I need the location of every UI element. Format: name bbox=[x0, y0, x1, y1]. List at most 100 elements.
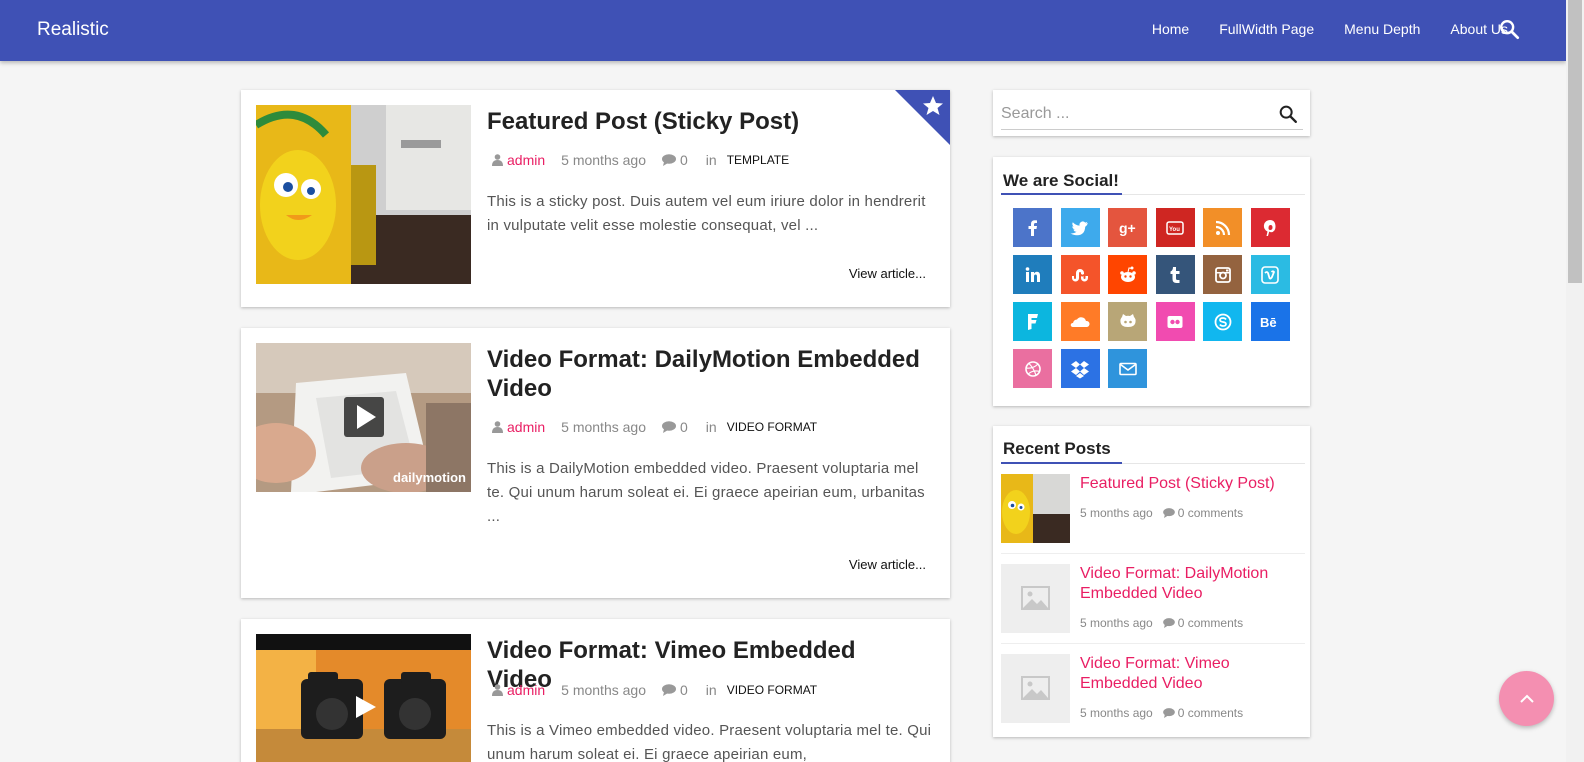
recent-post-item: Video Format: DailyMotion Embedded Video… bbox=[1001, 554, 1305, 644]
instagram-icon[interactable] bbox=[1203, 255, 1242, 294]
post-excerpt: This is a Vimeo embedded video. Praesent… bbox=[487, 722, 932, 762]
back-to-top-button[interactable] bbox=[1499, 671, 1554, 726]
main-nav: Home FullWidth Page Menu Depth About Us bbox=[1152, 21, 1508, 37]
youtube-icon[interactable]: You bbox=[1155, 208, 1195, 247]
image-placeholder-icon bbox=[1001, 564, 1070, 633]
flickr-icon[interactable] bbox=[1155, 302, 1195, 341]
recent-post-comments[interactable]: 0 comments bbox=[1162, 506, 1244, 520]
post-time: 5 months ago bbox=[561, 419, 646, 435]
post-category[interactable]: VIDEO FORMAT bbox=[727, 420, 817, 434]
post-in-label: in bbox=[705, 419, 717, 435]
user-icon bbox=[492, 154, 503, 166]
post-excerpt: This is a sticky post. Duis autem vel eu… bbox=[487, 193, 926, 234]
pinterest-icon[interactable] bbox=[1250, 208, 1290, 247]
vimeo-icon[interactable] bbox=[1250, 255, 1290, 294]
svg-text:You: You bbox=[1169, 227, 1180, 233]
dribbble-icon[interactable] bbox=[1013, 349, 1052, 388]
recent-post-thumbnail[interactable] bbox=[1001, 474, 1070, 543]
page-scrollbar[interactable] bbox=[1566, 0, 1584, 762]
recent-post-comments[interactable]: 0 comments bbox=[1162, 706, 1244, 720]
search-input[interactable] bbox=[1001, 100, 1271, 128]
post-comment-count: 0 bbox=[679, 682, 688, 698]
recent-post-title[interactable]: Video Format: DailyMotion Embedded Video bbox=[1080, 564, 1300, 604]
search-icon[interactable] bbox=[1498, 18, 1520, 40]
recent-post-title[interactable]: Featured Post (Sticky Post) bbox=[1080, 474, 1300, 494]
recent-post-thumbnail[interactable] bbox=[1001, 564, 1070, 633]
foursquare-icon[interactable] bbox=[1013, 302, 1052, 341]
recent-post-time: 5 months ago bbox=[1080, 706, 1153, 720]
post-thumbnail[interactable]: dailymotion bbox=[256, 343, 471, 492]
post-thumbnail[interactable] bbox=[256, 105, 471, 284]
view-article-link[interactable]: View article... bbox=[849, 266, 926, 281]
comment-icon bbox=[661, 421, 676, 433]
scrollbar-thumb[interactable] bbox=[1568, 0, 1582, 283]
recent-post-comment-count: 0 comments bbox=[1177, 506, 1244, 520]
post-meta: admin 5 months ago 0 in TEMPLATE bbox=[492, 152, 789, 168]
view-article-link[interactable]: View article... bbox=[849, 557, 926, 572]
post-category[interactable]: TEMPLATE bbox=[727, 153, 789, 167]
widget-title: We are Social! bbox=[1003, 171, 1119, 190]
image-placeholder-icon bbox=[1001, 654, 1070, 723]
svg-text:Bē: Bē bbox=[1260, 315, 1277, 330]
post-comments[interactable]: 0 bbox=[661, 419, 688, 435]
site-title[interactable]: Realistic bbox=[37, 19, 109, 41]
recent-post-comments[interactable]: 0 comments bbox=[1162, 616, 1244, 630]
tumblr-icon[interactable] bbox=[1155, 255, 1195, 294]
svg-text:g+: g+ bbox=[1119, 220, 1136, 236]
recent-post-item: Featured Post (Sticky Post) 5 months ago… bbox=[1001, 464, 1305, 554]
dropbox-icon[interactable] bbox=[1060, 349, 1100, 388]
comment-icon bbox=[1162, 618, 1175, 628]
twitter-icon[interactable] bbox=[1060, 208, 1100, 247]
widget-title: Recent Posts bbox=[1003, 439, 1111, 458]
recent-posts-widget: Recent Posts Featured Post (Sticky Post)… bbox=[993, 426, 1310, 737]
nav-item-home[interactable]: Home bbox=[1152, 21, 1189, 37]
post-thumbnail[interactable] bbox=[256, 634, 471, 762]
skype-icon[interactable] bbox=[1203, 302, 1242, 341]
recent-post-time: 5 months ago bbox=[1080, 506, 1153, 520]
google-plus-icon[interactable]: g+ bbox=[1108, 208, 1147, 247]
post-author[interactable]: admin bbox=[507, 152, 545, 168]
post-author[interactable]: admin bbox=[507, 419, 545, 435]
comment-icon bbox=[661, 684, 676, 696]
github-icon[interactable] bbox=[1108, 302, 1147, 341]
recent-post-item: Video Format: Vimeo Embedded Video 5 mon… bbox=[1001, 644, 1305, 734]
search-icon[interactable] bbox=[1277, 103, 1299, 125]
post-meta: admin 5 months ago 0 in VIDEO FORMAT bbox=[492, 682, 817, 698]
stumbleupon-icon[interactable] bbox=[1060, 255, 1100, 294]
social-widget: We are Social! g+ You Bē bbox=[993, 157, 1310, 406]
comment-icon bbox=[1162, 708, 1175, 718]
post-comments[interactable]: 0 bbox=[661, 682, 688, 698]
reddit-icon[interactable] bbox=[1108, 255, 1147, 294]
recent-post-thumbnail[interactable] bbox=[1001, 654, 1070, 723]
post-excerpt: This is a DailyMotion embedded video. Pr… bbox=[487, 460, 925, 525]
linkedin-icon[interactable] bbox=[1013, 255, 1052, 294]
post-in-label: in bbox=[705, 152, 717, 168]
rss-icon[interactable] bbox=[1203, 208, 1242, 247]
recent-post-meta: 5 months ago 0 comments bbox=[1080, 616, 1243, 630]
email-icon[interactable] bbox=[1108, 349, 1147, 388]
nav-item-menu-depth[interactable]: Menu Depth bbox=[1344, 21, 1420, 37]
post-title[interactable]: Featured Post (Sticky Post) bbox=[487, 107, 927, 136]
user-icon bbox=[492, 684, 503, 696]
search-widget bbox=[993, 90, 1310, 136]
recent-post-title[interactable]: Video Format: Vimeo Embedded Video bbox=[1080, 654, 1300, 694]
recent-post-comment-count: 0 comments bbox=[1177, 706, 1244, 720]
post-title[interactable]: Video Format: DailyMotion Embedded Video bbox=[487, 345, 927, 403]
post-card: dailymotion Video Format: DailyMotion Em… bbox=[241, 328, 950, 598]
post-author[interactable]: admin bbox=[507, 682, 545, 698]
user-icon bbox=[492, 421, 503, 433]
post-comment-count: 0 bbox=[679, 152, 688, 168]
comment-icon bbox=[1162, 508, 1175, 518]
nav-item-fullwidth-page[interactable]: FullWidth Page bbox=[1219, 21, 1314, 37]
behance-icon[interactable]: Bē bbox=[1250, 302, 1290, 341]
post-comments[interactable]: 0 bbox=[661, 152, 688, 168]
soundcloud-icon[interactable] bbox=[1060, 302, 1100, 341]
facebook-icon[interactable] bbox=[1013, 208, 1052, 247]
post-category[interactable]: VIDEO FORMAT bbox=[727, 683, 817, 697]
social-icons-grid: g+ You Bē bbox=[1013, 208, 1303, 388]
post-comment-count: 0 bbox=[679, 419, 688, 435]
comment-icon bbox=[661, 154, 676, 166]
post-card: Featured Post (Sticky Post) admin 5 mont… bbox=[241, 90, 950, 307]
recent-post-comment-count: 0 comments bbox=[1177, 616, 1244, 630]
post-time: 5 months ago bbox=[561, 682, 646, 698]
